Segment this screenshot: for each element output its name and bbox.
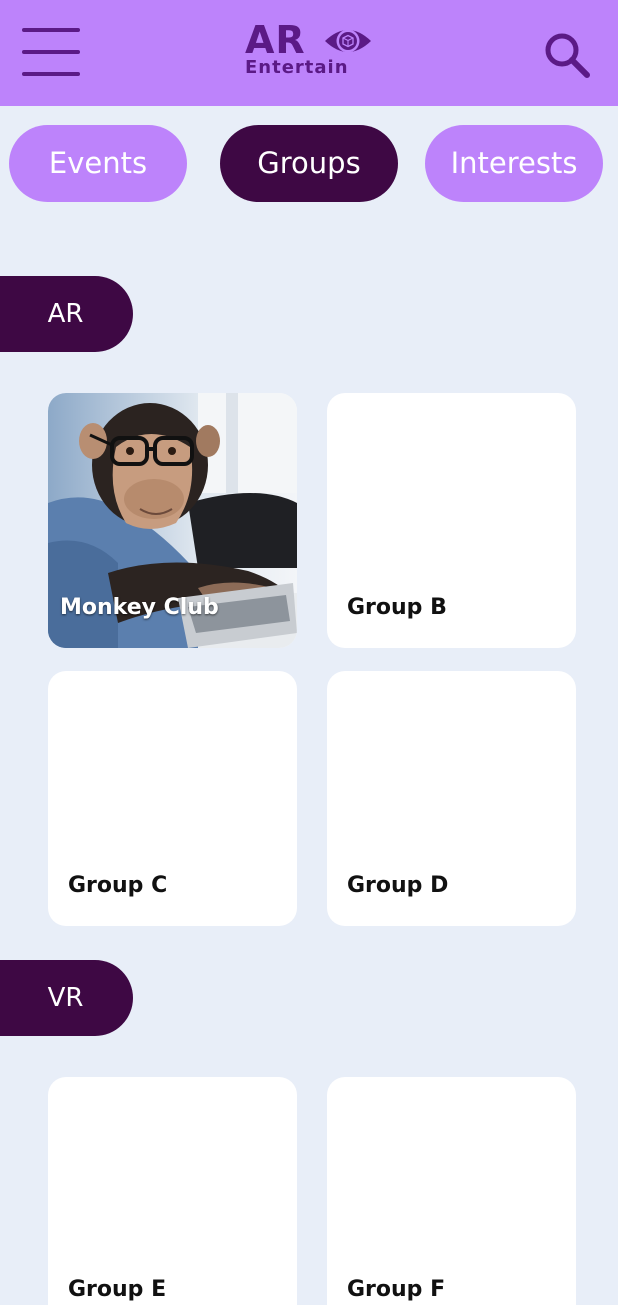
group-card-title: Group B [347,595,447,620]
logo-wordmark: AR [245,18,306,62]
tab-groups[interactable]: Groups [220,125,398,202]
group-card-f[interactable]: Group F [327,1077,576,1305]
search-icon[interactable] [542,30,592,80]
logo-subtitle: Entertain [245,57,349,78]
group-card-title: Group F [347,1277,446,1302]
group-card-e[interactable]: Group E [48,1077,297,1305]
section-label-vr: VR [0,960,133,1036]
group-card-c[interactable]: Group C [48,671,297,926]
tab-events[interactable]: Events [9,125,187,202]
group-card-b[interactable]: Group B [327,393,576,648]
app-logo[interactable]: AR Entertain [244,18,376,80]
eye-icon [325,29,371,53]
tab-interests[interactable]: Interests [425,125,603,202]
group-card-d[interactable]: Group D [327,671,576,926]
group-card-title: Group C [68,873,168,898]
group-card-title: Group D [347,873,449,898]
top-app-bar: AR Entertain [0,0,618,106]
section-label-ar: AR [0,276,133,352]
group-card-title: Monkey Club [60,595,219,620]
hamburger-menu-icon[interactable] [22,26,80,78]
group-card-title: Group E [68,1277,167,1302]
groups-page: AR Entertain Events Groups Interests AR [0,0,618,1305]
group-card-monkey-club[interactable]: Monkey Club [48,393,297,648]
